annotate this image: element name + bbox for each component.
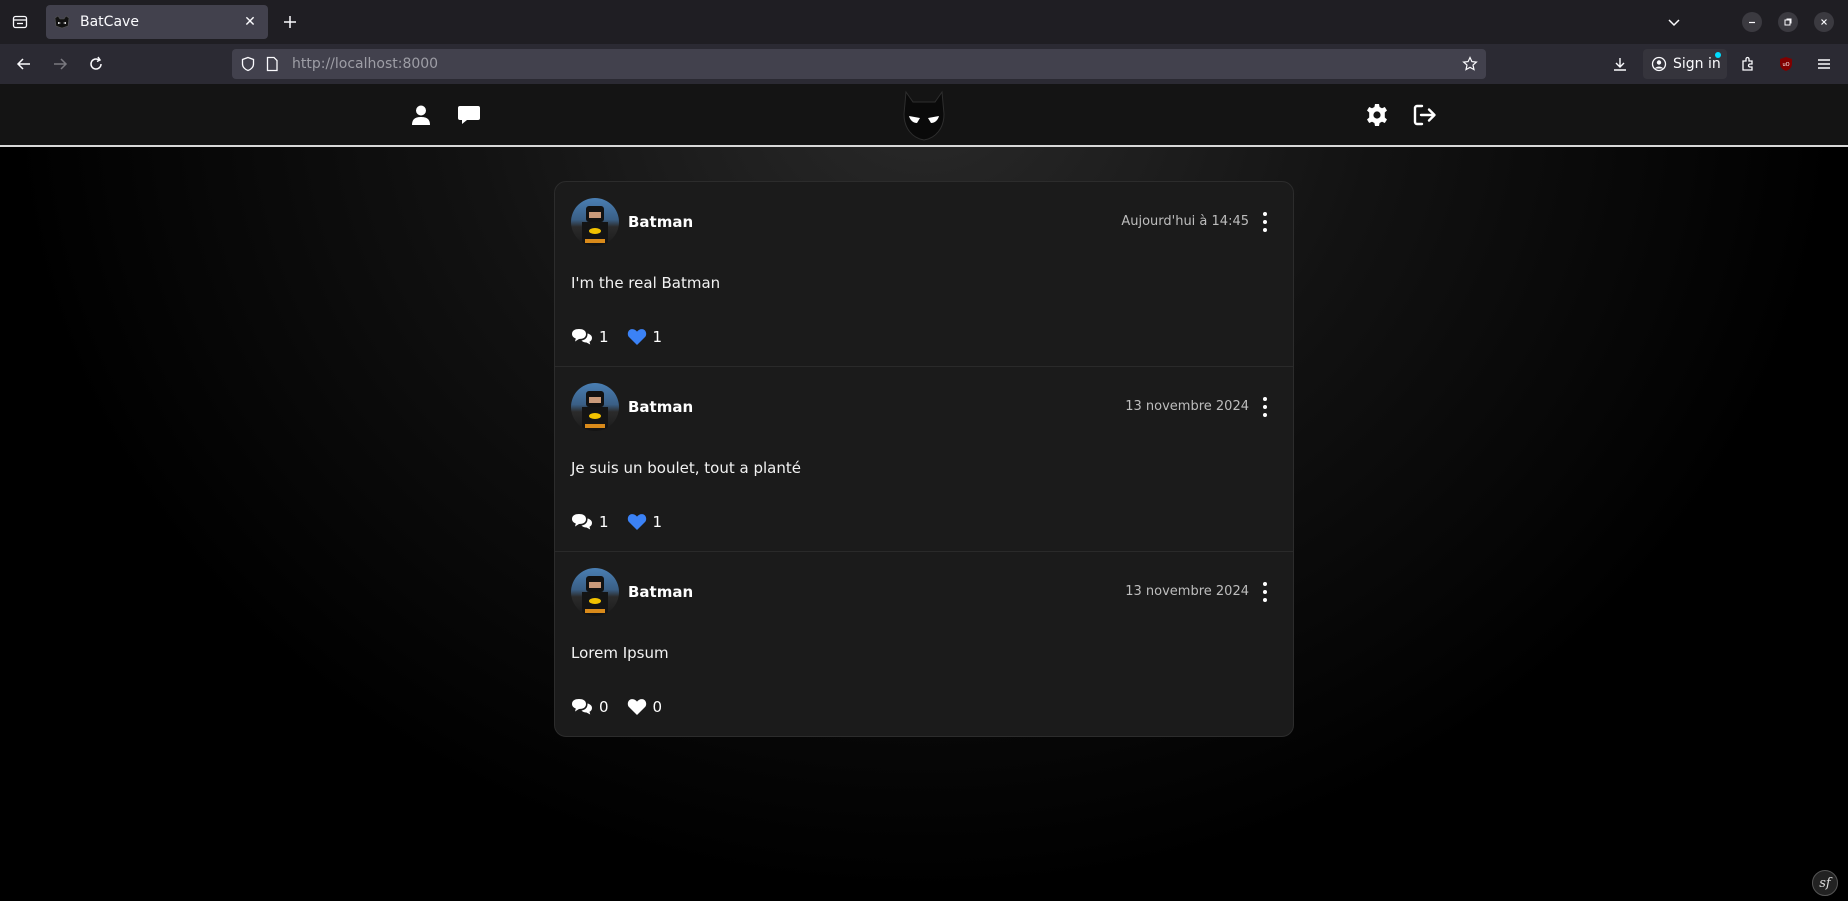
post-author[interactable]: Batman xyxy=(628,213,693,231)
browser-nav-bar: http://localhost:8000 Sign in uO xyxy=(0,44,1848,84)
bookmark-star-icon[interactable] xyxy=(1462,56,1478,72)
comments-icon xyxy=(572,329,592,345)
browser-tab[interactable]: BatCave ✕ xyxy=(46,5,268,39)
new-tab-icon[interactable] xyxy=(278,10,302,34)
heart-icon xyxy=(627,514,646,530)
notification-dot xyxy=(1715,52,1721,58)
tab-title: BatCave xyxy=(80,14,139,30)
post-author[interactable]: Batman xyxy=(628,583,693,601)
like-button[interactable]: 1 xyxy=(627,513,663,531)
post-feed: Batman Aujourd'hui à 14:45 I'm the real … xyxy=(554,181,1294,737)
extensions-icon[interactable] xyxy=(1736,52,1760,76)
url-port: :8000 xyxy=(397,56,439,72)
download-icon[interactable] xyxy=(1608,52,1632,76)
chevron-down-icon[interactable] xyxy=(1662,10,1686,34)
page-icon[interactable] xyxy=(264,56,280,72)
forward-arrow-icon[interactable] xyxy=(48,52,72,76)
comments-count: 0 xyxy=(599,698,609,716)
comments-icon xyxy=(572,514,592,530)
sign-in-button[interactable]: Sign in xyxy=(1643,49,1727,79)
svg-text:uO: uO xyxy=(1782,62,1789,68)
close-tab-icon[interactable]: ✕ xyxy=(240,12,260,32)
reload-icon[interactable] xyxy=(84,52,108,76)
post-date: Aujourd'hui à 14:45 xyxy=(1121,214,1249,229)
settings-gear-icon[interactable] xyxy=(1364,102,1390,128)
profile-user-icon[interactable] xyxy=(408,102,434,128)
post-content: I'm the real Batman xyxy=(571,274,721,292)
likes-count: 1 xyxy=(652,328,663,346)
browser-tab-bar: BatCave ✕ xyxy=(0,0,1848,44)
sign-in-label: Sign in xyxy=(1673,56,1721,72)
back-arrow-icon[interactable] xyxy=(12,52,36,76)
post-author[interactable]: Batman xyxy=(628,398,693,416)
heart-icon xyxy=(627,329,646,345)
comments-icon xyxy=(572,699,592,715)
close-window-icon[interactable] xyxy=(1814,12,1834,32)
post-date: 13 novembre 2024 xyxy=(1125,584,1249,599)
likes-count: 1 xyxy=(652,513,663,531)
address-bar[interactable]: http://localhost:8000 xyxy=(232,49,1486,79)
more-options-icon[interactable] xyxy=(1261,212,1269,232)
shield-icon[interactable] xyxy=(240,56,256,72)
like-button[interactable]: 0 xyxy=(627,698,663,716)
symfony-toolbar-icon[interactable]: sf xyxy=(1812,870,1838,896)
post-actions: 1 1 xyxy=(571,513,680,531)
account-icon xyxy=(1651,56,1667,72)
batman-mask-logo[interactable] xyxy=(900,90,948,142)
url-text[interactable]: http://localhost:8000 xyxy=(292,56,438,72)
url-host: http://localhost xyxy=(292,56,398,72)
avatar[interactable] xyxy=(571,198,619,246)
comments-count: 1 xyxy=(599,513,609,531)
heart-icon xyxy=(627,699,646,715)
hamburger-menu-icon[interactable] xyxy=(1812,52,1836,76)
like-button[interactable]: 1 xyxy=(627,328,663,346)
likes-count: 0 xyxy=(652,698,663,716)
comments-button[interactable]: 1 xyxy=(571,328,609,346)
post-card: Batman Aujourd'hui à 14:45 I'm the real … xyxy=(555,182,1293,367)
post-actions: 0 0 xyxy=(571,698,680,716)
comments-button[interactable]: 0 xyxy=(571,698,609,716)
comments-button[interactable]: 1 xyxy=(571,513,609,531)
post-content: Lorem Ipsum xyxy=(571,644,669,662)
messages-icon[interactable] xyxy=(456,102,482,128)
batman-favicon-icon xyxy=(54,15,70,29)
more-options-icon[interactable] xyxy=(1261,582,1269,602)
minimize-icon[interactable] xyxy=(1742,12,1762,32)
post-content: Je suis un boulet, tout a planté xyxy=(571,459,801,477)
post-date: 13 novembre 2024 xyxy=(1125,399,1249,414)
logout-icon[interactable] xyxy=(1412,102,1438,128)
firefox-view-icon[interactable] xyxy=(8,10,32,34)
post-actions: 1 1 xyxy=(571,328,680,346)
comments-count: 1 xyxy=(599,328,609,346)
avatar[interactable] xyxy=(571,383,619,431)
ublock-icon[interactable]: uO xyxy=(1774,52,1798,76)
post-card: Batman 13 novembre 2024 Lorem Ipsum 0 0 xyxy=(555,552,1293,736)
restore-icon[interactable] xyxy=(1778,12,1798,32)
avatar[interactable] xyxy=(571,568,619,616)
site-header xyxy=(0,84,1848,147)
page: Batman Aujourd'hui à 14:45 I'm the real … xyxy=(0,84,1848,901)
more-options-icon[interactable] xyxy=(1261,397,1269,417)
post-card: Batman 13 novembre 2024 Je suis un boule… xyxy=(555,367,1293,552)
